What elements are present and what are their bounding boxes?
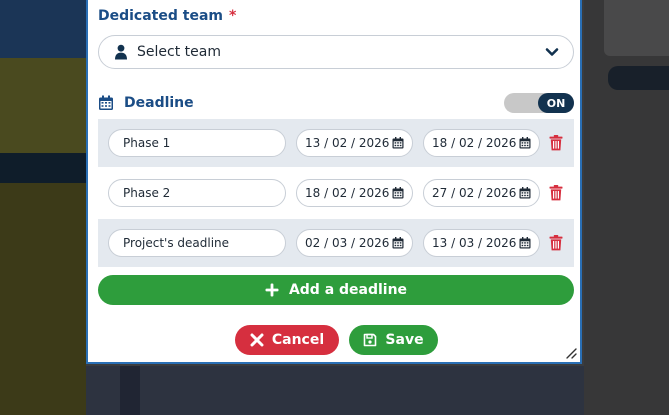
add-deadline-label: Add a deadline: [288, 282, 408, 298]
calendar-icon[interactable]: [519, 137, 531, 149]
resize-handle-icon[interactable]: [565, 347, 577, 359]
team-select-value: Select team: [137, 44, 221, 60]
calendar-icon[interactable]: [519, 237, 531, 249]
plus-icon: [265, 283, 279, 297]
deadline-label: Deadline: [124, 95, 194, 111]
background-header: [0, 0, 86, 58]
calendar-icon: [98, 95, 114, 111]
background-panel: [584, 0, 669, 415]
background-bar: [608, 66, 669, 90]
user-icon: [113, 44, 129, 60]
end-date-input[interactable]: 27 / 02 / 2026: [423, 179, 540, 207]
deadline-row: Phase 2 18 / 02 / 2026 27 / 02 / 2026: [98, 169, 574, 217]
background-card: [0, 58, 86, 153]
phase-name-input[interactable]: Project's deadline: [108, 229, 286, 257]
phase-name-input[interactable]: Phase 1: [108, 129, 286, 157]
background-card: [0, 183, 86, 415]
start-date-value: 18 / 02 / 2026: [305, 186, 390, 200]
save-button[interactable]: Save: [349, 325, 438, 355]
add-deadline-button[interactable]: Add a deadline: [98, 275, 574, 305]
deadline-modal: Dedicated team * Select team Deadline ON …: [86, 0, 582, 364]
save-label: Save: [385, 332, 424, 348]
end-date-value: 18 / 02 / 2026: [432, 136, 517, 150]
cancel-label: Cancel: [271, 332, 325, 348]
end-date-input[interactable]: 13 / 03 / 2026: [423, 229, 540, 257]
end-date-value: 13 / 03 / 2026: [432, 236, 517, 250]
calendar-icon[interactable]: [519, 187, 531, 199]
background-card: [604, 0, 669, 56]
start-date-value: 02 / 03 / 2026: [305, 236, 390, 250]
calendar-icon[interactable]: [392, 237, 404, 249]
calendar-icon[interactable]: [392, 137, 404, 149]
team-select[interactable]: Select team: [98, 35, 574, 69]
cancel-button[interactable]: Cancel: [235, 325, 339, 355]
team-label: Dedicated team: [98, 8, 223, 24]
toggle-state-label: ON: [538, 93, 574, 113]
calendar-icon[interactable]: [392, 187, 404, 199]
deadline-row: Phase 1 13 / 02 / 2026 18 / 02 / 2026: [98, 119, 574, 167]
save-icon: [363, 333, 377, 347]
required-mark: *: [229, 8, 237, 24]
end-date-value: 27 / 02 / 2026: [432, 186, 517, 200]
background-panel: [86, 366, 584, 415]
background-bar: [0, 153, 86, 183]
deadline-row: Project's deadline 02 / 03 / 2026 13 / 0…: [98, 219, 574, 267]
start-date-input[interactable]: 13 / 02 / 2026: [296, 129, 413, 157]
chevron-down-icon[interactable]: [545, 45, 559, 59]
deadline-header: Deadline ON: [98, 91, 574, 115]
trash-icon[interactable]: [549, 185, 563, 201]
trash-icon[interactable]: [549, 135, 563, 151]
close-icon: [250, 333, 264, 347]
trash-icon[interactable]: [549, 235, 563, 251]
phase-name-input[interactable]: Phase 2: [108, 179, 286, 207]
end-date-input[interactable]: 18 / 02 / 2026: [423, 129, 540, 157]
deadline-toggle[interactable]: ON: [504, 93, 574, 113]
background-divider: [120, 366, 140, 415]
start-date-input[interactable]: 18 / 02 / 2026: [296, 179, 413, 207]
team-field-label: Dedicated team *: [98, 8, 236, 24]
start-date-value: 13 / 02 / 2026: [305, 136, 390, 150]
start-date-input[interactable]: 02 / 03 / 2026: [296, 229, 413, 257]
